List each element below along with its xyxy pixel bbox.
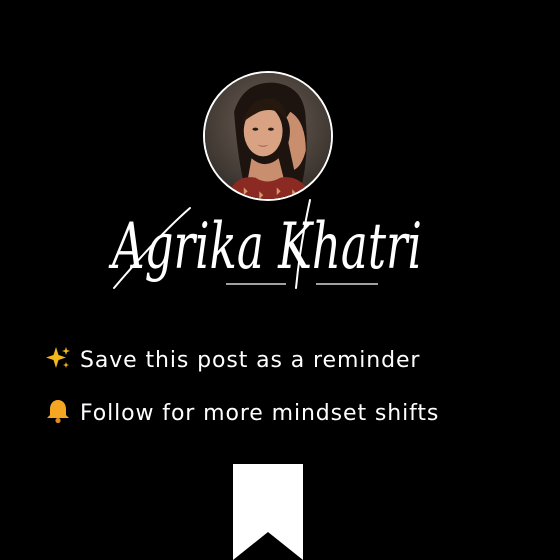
svg-text:Agrika Khatri: Agrika Khatri [108,210,422,284]
cta-save-reminder: Save this post as a reminder [44,345,550,373]
sparkles-icon [46,347,70,368]
cta-follow: Follow for more mindset shifts [44,398,550,426]
bookmark-icon[interactable] [233,464,303,560]
bell-icon [47,400,69,424]
cta-follow-text: Follow for more mindset shifts [80,401,440,426]
cta-save-text: Save this post as a reminder [80,348,421,373]
signature-logo: Agrika Khatri [108,199,422,289]
